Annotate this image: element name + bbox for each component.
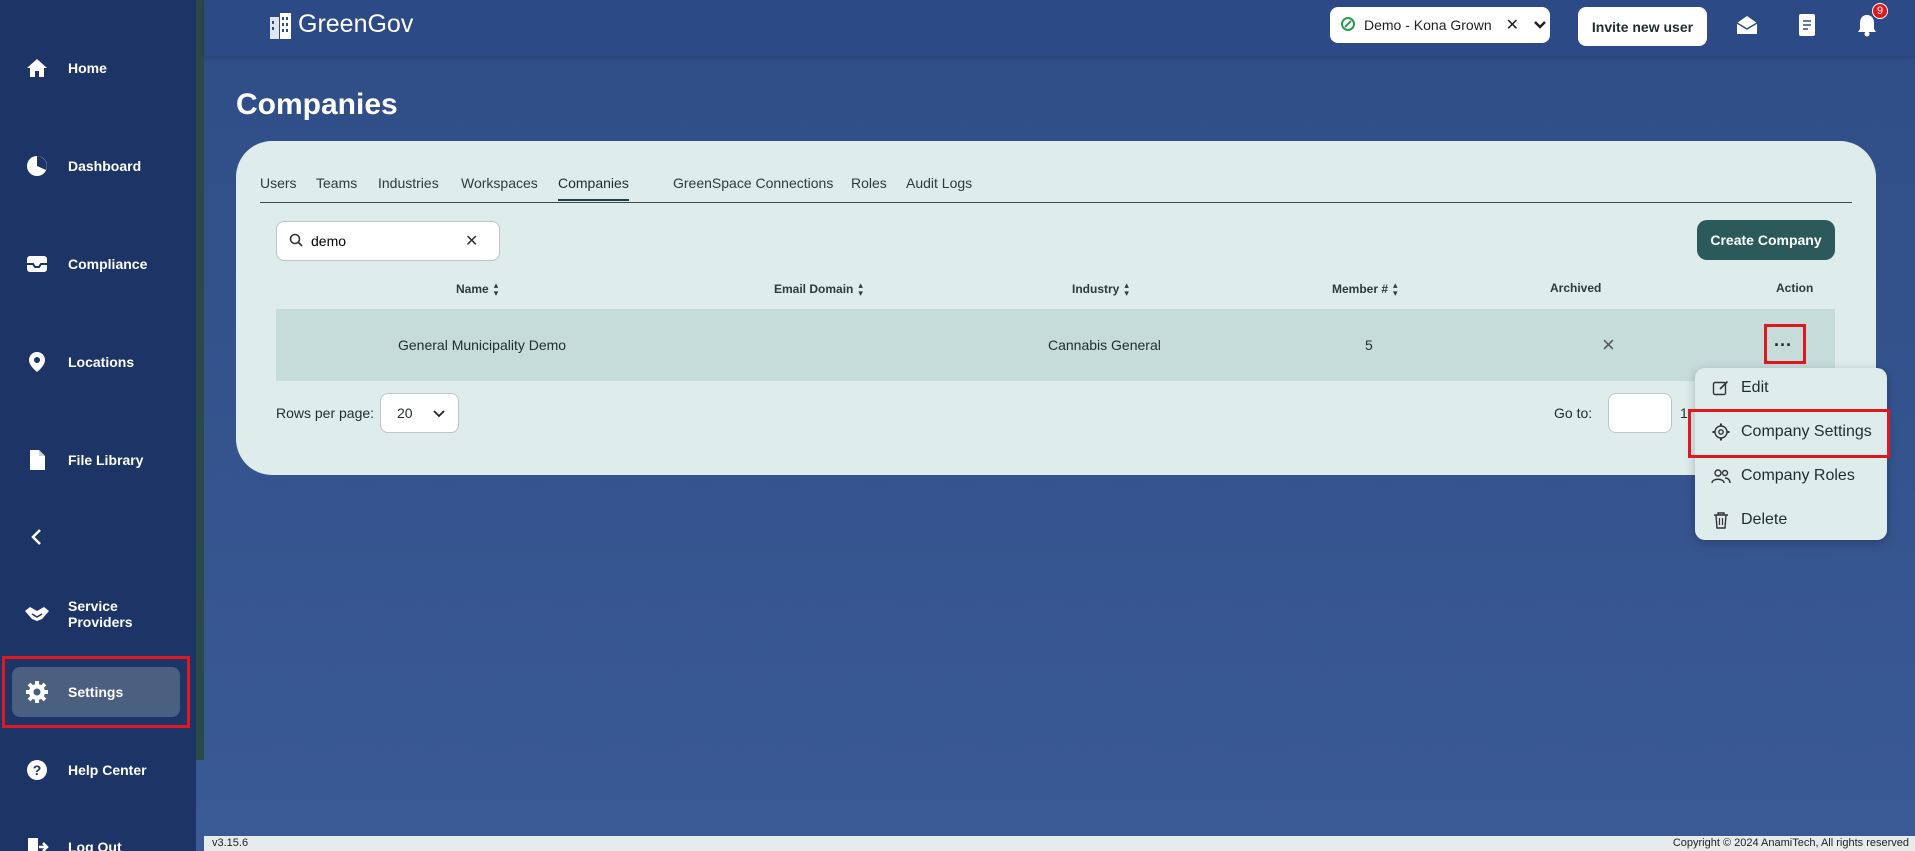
file-icon bbox=[24, 447, 50, 473]
sidebar-item-label: Service Providers bbox=[68, 598, 133, 630]
menu-item-edit[interactable]: Edit bbox=[1695, 368, 1887, 408]
column-header-name[interactable]: Name ▴ ▾ bbox=[456, 280, 499, 298]
help-icon: ? bbox=[24, 757, 50, 783]
search-box: ✕ bbox=[276, 221, 500, 261]
sidebar: Home Dashboard Compliance Locations File… bbox=[0, 0, 196, 851]
chevron-down-icon bbox=[432, 405, 445, 421]
cell-member-count: 5 bbox=[1365, 337, 1373, 353]
sidebar-item-label: File Library bbox=[68, 452, 144, 468]
tab-companies[interactable]: Companies bbox=[558, 175, 629, 201]
sidebar-item-help-center[interactable]: ? Help Center bbox=[12, 745, 180, 795]
menu-item-delete[interactable]: Delete bbox=[1695, 500, 1887, 540]
rows-per-page-select[interactable]: 20 bbox=[380, 393, 459, 433]
handshake-icon bbox=[24, 601, 50, 627]
inbox-icon bbox=[24, 251, 50, 277]
chevron-down-icon[interactable] bbox=[1533, 17, 1547, 33]
cell-name: General Municipality Demo bbox=[398, 337, 567, 353]
sidebar-item-label: Help Center bbox=[68, 762, 147, 778]
location-pin-icon bbox=[24, 349, 50, 375]
column-header-archived: Archived bbox=[1550, 281, 1602, 295]
column-header-member-count[interactable]: Member # ▴ ▾ bbox=[1332, 280, 1398, 298]
gear-icon bbox=[24, 679, 50, 705]
sidebar-scrollbar[interactable] bbox=[196, 0, 204, 760]
pie-chart-icon bbox=[24, 153, 50, 179]
sidebar-item-label: Log Out bbox=[68, 839, 122, 851]
companies-card: Users Teams Industries Workspaces Compan… bbox=[236, 141, 1876, 475]
sort-icon: ▴ ▾ bbox=[858, 280, 863, 298]
create-company-button[interactable]: Create Company bbox=[1697, 220, 1835, 260]
table-row[interactable]: General Municipality Demo Cannabis Gener… bbox=[276, 309, 1835, 381]
goto-label: Go to: bbox=[1554, 405, 1593, 421]
leaf-icon bbox=[1340, 16, 1356, 35]
column-header-industry[interactable]: Industry ▴ ▾ bbox=[1072, 280, 1129, 298]
sidebar-item-locations[interactable]: Locations bbox=[12, 337, 180, 387]
archived-x-icon: × bbox=[1602, 332, 1615, 357]
menu-item-company-settings[interactable]: Company Settings bbox=[1695, 412, 1887, 452]
mail-icon[interactable] bbox=[1734, 12, 1760, 38]
sidebar-item-settings[interactable]: Settings bbox=[12, 667, 180, 717]
column-header-action: Action bbox=[1776, 281, 1814, 295]
tab-bar: Users Teams Industries Workspaces Compan… bbox=[260, 175, 1852, 203]
sidebar-item-label: Dashboard bbox=[68, 158, 142, 174]
sort-icon: ▴ ▾ bbox=[493, 280, 499, 298]
version-label: v3.15.6 bbox=[212, 837, 249, 849]
clear-workspace-icon[interactable]: ✕ bbox=[1506, 15, 1519, 35]
tab-audit-logs[interactable]: Audit Logs bbox=[906, 175, 972, 199]
sidebar-item-log-out[interactable]: Log Out bbox=[12, 822, 180, 851]
tab-industries[interactable]: Industries bbox=[378, 175, 439, 199]
sort-icon: ▴ ▾ bbox=[1124, 280, 1129, 298]
row-action-menu: Edit Company Settings Company Roles Dele… bbox=[1695, 368, 1887, 540]
invite-user-button[interactable]: Invite new user bbox=[1578, 7, 1707, 46]
rows-per-page-label: Rows per page: bbox=[276, 405, 375, 421]
footer: v3.15.6 Copyright © 2024 AnamiTech, All … bbox=[204, 836, 1915, 851]
notification-badge: 9 bbox=[1872, 3, 1888, 19]
cell-industry: Cannabis General bbox=[1048, 337, 1161, 353]
workspace-selector[interactable]: Demo - Kona Grown ✕ bbox=[1330, 7, 1550, 43]
sidebar-item-dashboard[interactable]: Dashboard bbox=[12, 141, 180, 191]
row-action-menu-button[interactable]: ··· bbox=[1762, 328, 1804, 362]
logout-icon bbox=[24, 834, 50, 851]
current-page: 1 bbox=[1680, 405, 1688, 421]
tab-teams[interactable]: Teams bbox=[316, 175, 357, 199]
sidebar-collapse-button[interactable] bbox=[12, 512, 180, 562]
sidebar-item-service-providers[interactable]: Service Providers bbox=[12, 589, 180, 639]
clear-search-icon[interactable]: ✕ bbox=[465, 231, 478, 251]
tab-greenspace-connections[interactable]: GreenSpace Connections bbox=[673, 175, 833, 199]
search-input[interactable] bbox=[311, 233, 461, 249]
sort-icon: ▴ ▾ bbox=[1393, 280, 1398, 298]
logo-text: GreenGov bbox=[298, 10, 414, 38]
trash-icon bbox=[1711, 510, 1731, 530]
chevron-left-icon bbox=[24, 524, 50, 550]
sidebar-item-label: Locations bbox=[68, 354, 135, 370]
edit-icon bbox=[1711, 378, 1731, 398]
sidebar-item-home[interactable]: Home bbox=[12, 43, 180, 93]
svg-text:?: ? bbox=[33, 762, 42, 778]
column-header-email-domain[interactable]: Email Domain ▴ ▾ bbox=[774, 280, 863, 298]
gear-icon bbox=[1711, 422, 1731, 442]
sidebar-item-label: Compliance bbox=[68, 256, 148, 272]
building-icon bbox=[270, 12, 291, 39]
goto-page-input[interactable] bbox=[1608, 393, 1672, 433]
search-icon bbox=[289, 233, 303, 250]
tab-workspaces[interactable]: Workspaces bbox=[461, 175, 538, 199]
app-logo[interactable]: GreenGov bbox=[268, 10, 413, 39]
copyright-label: Copyright © 2024 AnamiTech, All rights r… bbox=[1672, 837, 1909, 849]
sidebar-item-compliance[interactable]: Compliance bbox=[12, 239, 180, 289]
home-icon bbox=[24, 55, 50, 81]
sidebar-item-file-library[interactable]: File Library bbox=[12, 435, 180, 485]
sidebar-item-label: Home bbox=[68, 60, 107, 76]
sidebar-item-label: Settings bbox=[68, 684, 124, 700]
page-title: Companies bbox=[236, 88, 398, 121]
menu-item-company-roles[interactable]: Company Roles bbox=[1695, 456, 1887, 496]
document-icon[interactable] bbox=[1794, 12, 1820, 38]
tab-roles[interactable]: Roles bbox=[851, 175, 887, 199]
users-icon bbox=[1711, 466, 1731, 486]
tab-users[interactable]: Users bbox=[260, 175, 297, 199]
workspace-name: Demo - Kona Grown bbox=[1364, 17, 1492, 33]
